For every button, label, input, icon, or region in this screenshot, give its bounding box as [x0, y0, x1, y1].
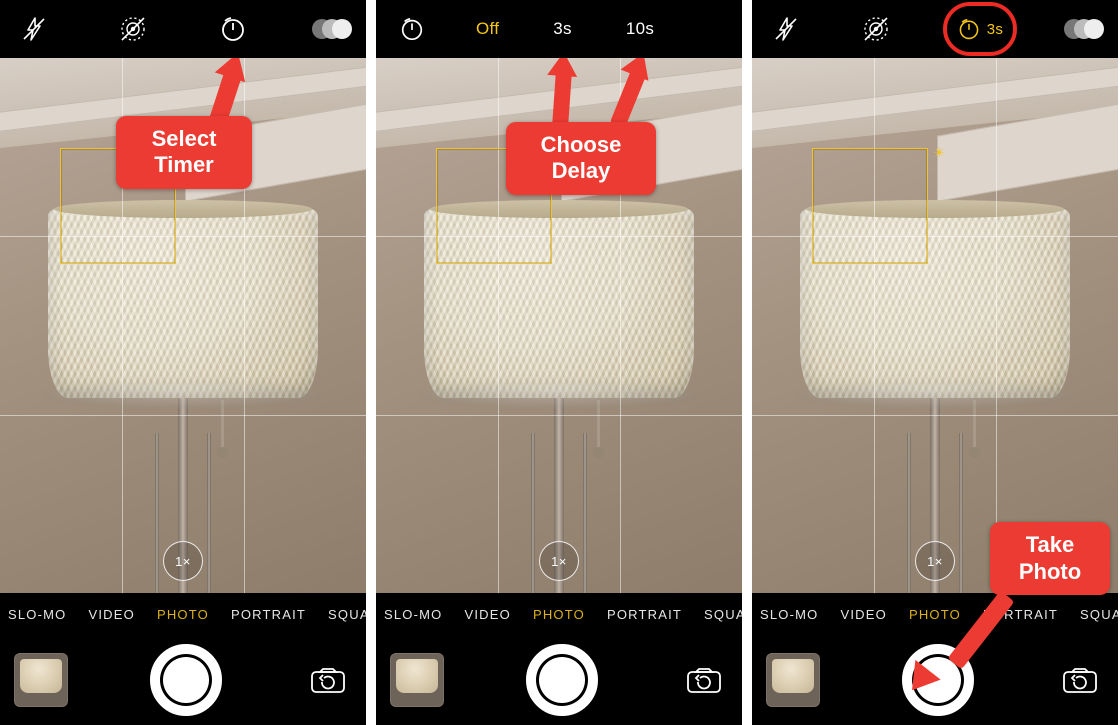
- camera-flip-icon: [308, 664, 348, 696]
- phone-screenshot-3: 3s: [752, 0, 1118, 725]
- mode-video[interactable]: VIDEO: [840, 607, 886, 622]
- camera-mode-row[interactable]: SLO-MO VIDEO PHOTO PORTRAIT SQUARE: [0, 593, 366, 635]
- camera-viewfinder[interactable]: ☀ 1× Select Timer: [0, 58, 366, 593]
- camera-mode-row[interactable]: SLO-MO VIDEO PHOTO PORTRAIT SQUARE: [752, 593, 1118, 635]
- mode-square[interactable]: SQUARE: [1080, 607, 1118, 622]
- timer-button[interactable]: [394, 5, 430, 53]
- camera-flip-button[interactable]: [680, 660, 728, 700]
- live-photo-button[interactable]: [109, 5, 157, 53]
- camera-viewfinder[interactable]: ☀ 1×: [752, 58, 1118, 593]
- focus-box: ☀: [812, 148, 928, 264]
- live-photo-off-icon: [861, 14, 891, 44]
- camera-flip-icon: [684, 664, 724, 696]
- flash-button[interactable]: [762, 5, 810, 53]
- phone-screenshot-1: ☀ 1× Select Timer SLO-MO VIDEO PHOTO POR…: [0, 0, 366, 725]
- mode-video[interactable]: VIDEO: [464, 607, 510, 622]
- camera-flip-button[interactable]: [1056, 660, 1104, 700]
- camera-flip-icon: [1060, 664, 1100, 696]
- timer-icon: [399, 16, 425, 42]
- annotation-circle: [943, 2, 1017, 56]
- mode-video[interactable]: VIDEO: [88, 607, 134, 622]
- flash-button[interactable]: [10, 5, 58, 53]
- mode-photo[interactable]: PHOTO: [533, 607, 585, 622]
- camera-bottom-bar: [376, 635, 742, 725]
- camera-viewfinder[interactable]: ☀ 1× Choose Delay: [376, 58, 742, 593]
- timer-button[interactable]: [209, 5, 257, 53]
- mode-slomo[interactable]: SLO-MO: [760, 607, 818, 622]
- shutter-button[interactable]: [902, 644, 974, 716]
- mode-square[interactable]: SQUARE: [704, 607, 742, 622]
- mode-photo[interactable]: PHOTO: [909, 607, 961, 622]
- mode-portrait[interactable]: PORTRAIT: [607, 607, 682, 622]
- live-photo-button[interactable]: [852, 5, 900, 53]
- exposure-sun-icon: ☀: [933, 145, 945, 161]
- flash-off-icon: [773, 16, 799, 42]
- filters-button[interactable]: [308, 5, 356, 53]
- camera-top-bar: Off 3s 10s: [376, 0, 742, 58]
- mode-slomo[interactable]: SLO-MO: [8, 607, 66, 622]
- mode-slomo[interactable]: SLO-MO: [384, 607, 442, 622]
- zoom-toggle[interactable]: 1×: [539, 541, 579, 581]
- flash-off-icon: [21, 16, 47, 42]
- timer-option-10s[interactable]: 10s: [626, 19, 654, 39]
- camera-flip-button[interactable]: [304, 660, 352, 700]
- zoom-toggle[interactable]: 1×: [915, 541, 955, 581]
- last-photo-thumbnail[interactable]: [390, 653, 444, 707]
- mode-square[interactable]: SQUARE: [328, 607, 366, 622]
- annotation-choose-delay: Choose Delay: [506, 122, 656, 195]
- camera-top-bar: 3s: [752, 0, 1118, 58]
- annotation-select-timer: Select Timer: [116, 116, 252, 189]
- camera-bottom-bar: [0, 635, 366, 725]
- last-photo-thumbnail[interactable]: [766, 653, 820, 707]
- timer-option-3s[interactable]: 3s: [553, 19, 572, 39]
- live-photo-off-icon: [118, 14, 148, 44]
- filters-icon: [312, 17, 352, 41]
- filters-icon: [1064, 17, 1104, 41]
- camera-top-bar: [0, 0, 366, 58]
- timer-option-off[interactable]: Off: [476, 19, 499, 39]
- shutter-button[interactable]: [526, 644, 598, 716]
- mode-portrait[interactable]: PORTRAIT: [983, 607, 1058, 622]
- zoom-toggle[interactable]: 1×: [163, 541, 203, 581]
- last-photo-thumbnail[interactable]: [14, 653, 68, 707]
- mode-portrait[interactable]: PORTRAIT: [231, 607, 306, 622]
- shutter-button[interactable]: [150, 644, 222, 716]
- filters-button[interactable]: [1060, 5, 1108, 53]
- annotation-take-photo: Take Photo: [990, 522, 1110, 595]
- camera-mode-row[interactable]: SLO-MO VIDEO PHOTO PORTRAIT SQUARE: [376, 593, 742, 635]
- phone-screenshot-2: Off 3s 10s ☀ 1×: [376, 0, 742, 725]
- timer-button-active[interactable]: 3s: [942, 5, 1018, 53]
- mode-photo[interactable]: PHOTO: [157, 607, 209, 622]
- timer-icon: [219, 15, 247, 43]
- camera-bottom-bar: [752, 635, 1118, 725]
